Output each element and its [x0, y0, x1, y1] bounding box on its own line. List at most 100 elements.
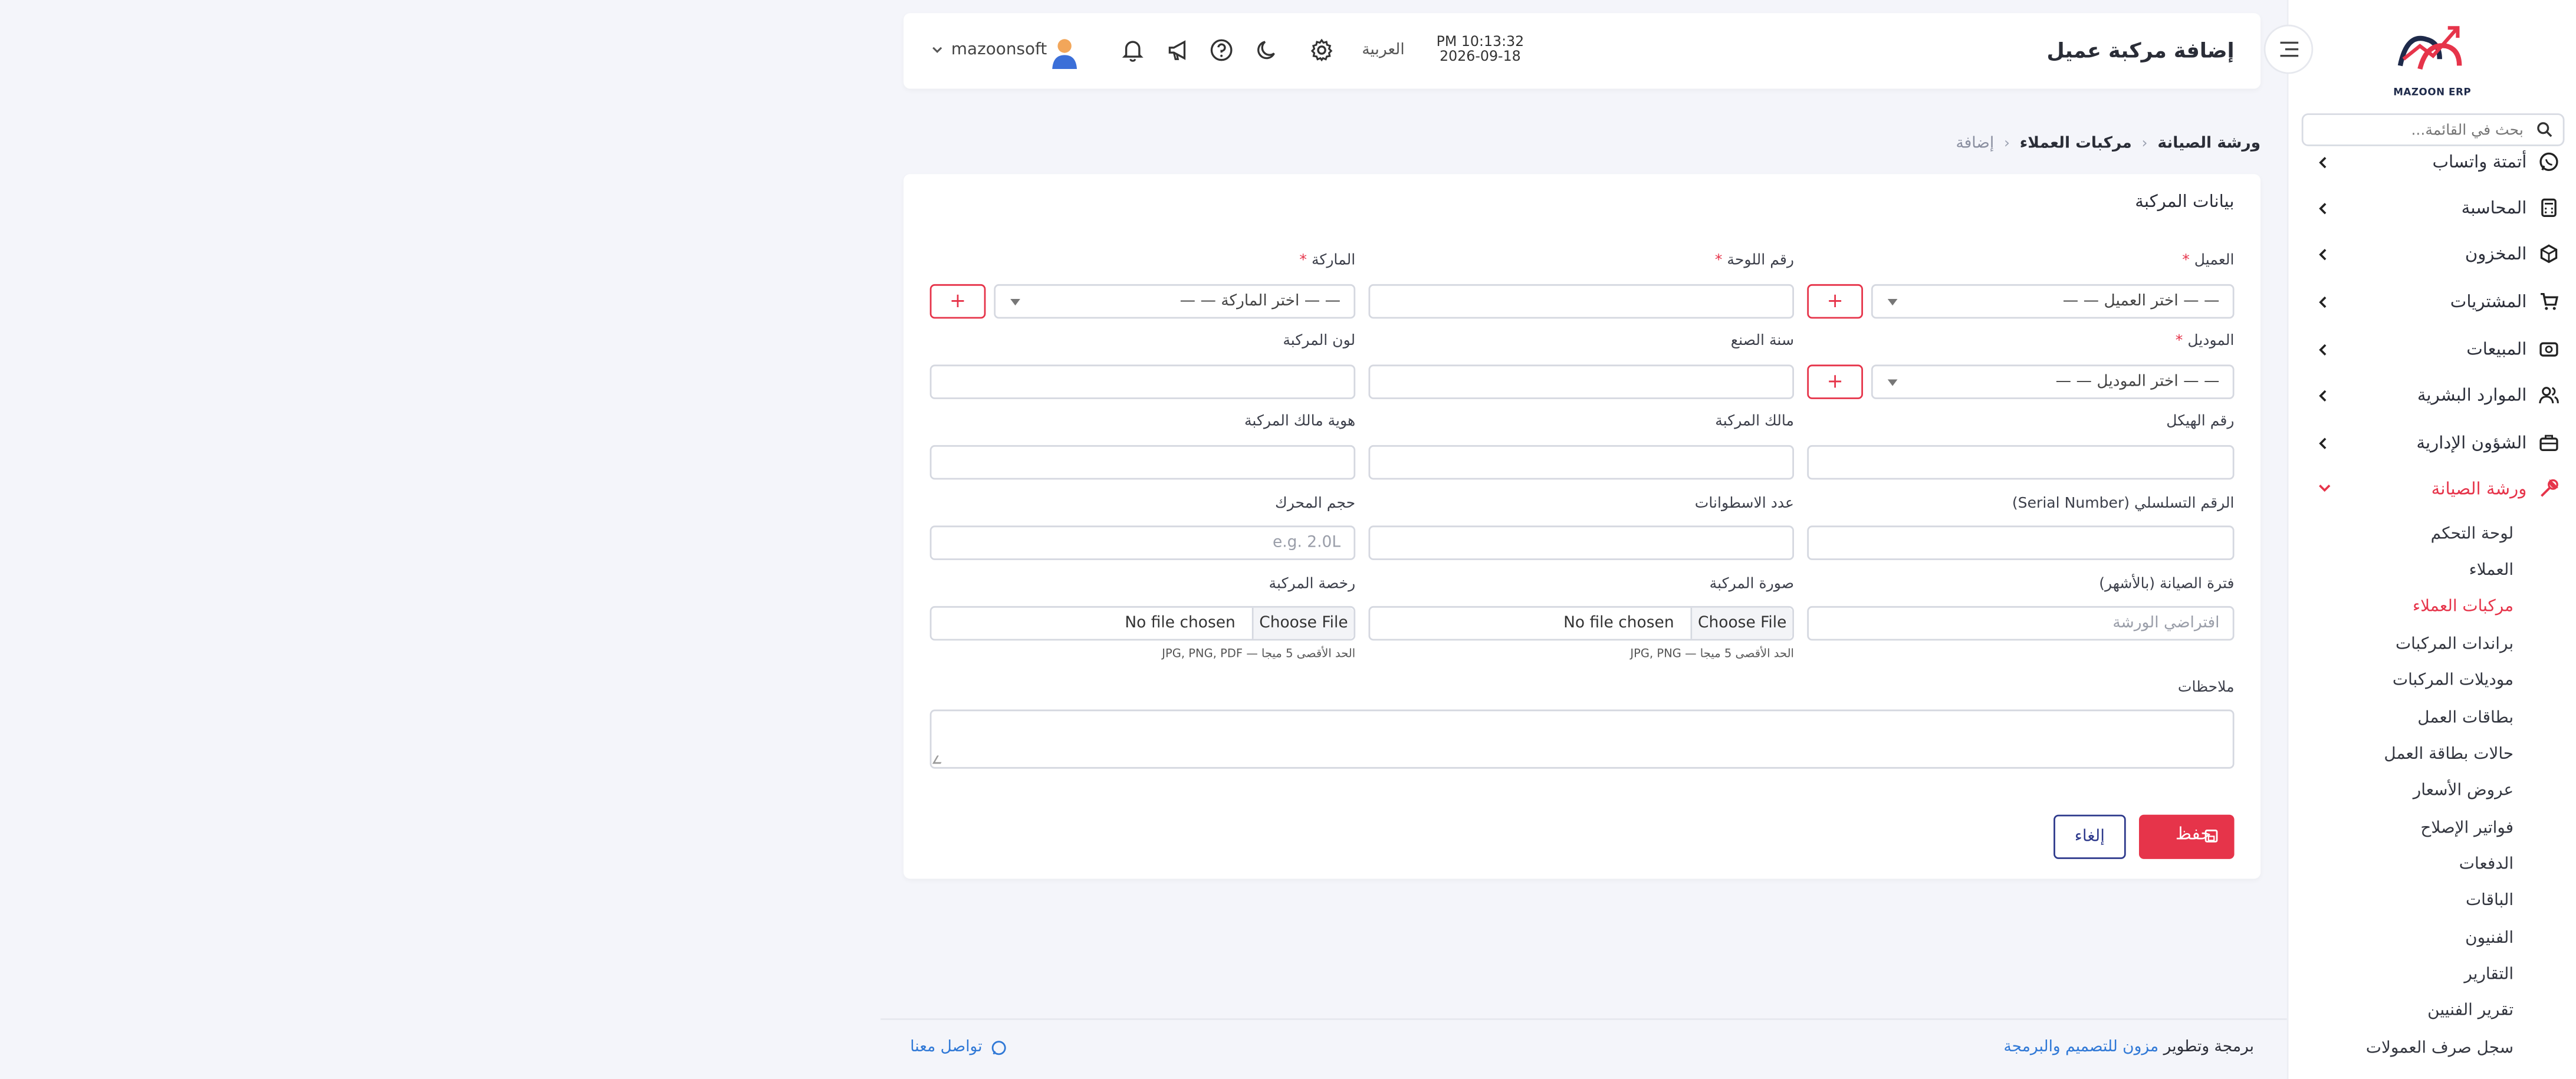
sidebar-item-workshop[interactable]: ورشة الصيانة [2318, 475, 2559, 508]
add-model-button[interactable]: + [1807, 364, 1863, 399]
sidebar-item-sales[interactable]: المبيعات [2318, 335, 2558, 368]
plate-input[interactable] [1368, 284, 1794, 319]
chevron-left-icon [2319, 157, 2327, 169]
submenu-item-repair-invoices[interactable]: فواتير الإصلاح [2420, 820, 2513, 838]
submenu-item-customers[interactable]: العملاء [2469, 562, 2514, 580]
language-switcher[interactable]: العربية [1362, 41, 1404, 60]
sidebar-search-input[interactable] [2306, 118, 2527, 143]
sidebar-item-accounting[interactable]: المحاسبة [2318, 194, 2557, 227]
serial-label: الرقم التسلسلي (Serial Number) [2012, 496, 2235, 513]
box-icon [2540, 244, 2558, 264]
brand-label: الماركة * [1299, 252, 1356, 269]
sidebar-item-inventory[interactable]: المخزون [2318, 240, 2558, 273]
save-floppy-icon [2204, 830, 2218, 843]
search-icon[interactable] [2536, 121, 2553, 138]
sidebar-item-hr[interactable]: الموارد البشرية [2318, 381, 2559, 414]
serial-input[interactable] [1807, 525, 2235, 560]
brand-logo[interactable]: MAZOON ERP [2288, 23, 2575, 98]
photo-label: صورة المركبة [1709, 576, 1794, 593]
submenu-item-commission-log[interactable]: سجل صرف العمولات [2366, 1039, 2513, 1058]
submenu-item-quotations[interactable]: عروض الأسعار [2413, 782, 2513, 800]
submenu-item-technicians-report[interactable]: تقرير الفنيين [2427, 1002, 2513, 1020]
caret-down-icon [1887, 379, 1898, 386]
color-input[interactable] [929, 364, 1356, 399]
brand-select-value: — — اختر الماركة — — [1179, 292, 1341, 311]
license-hint: الحد الأقصى 5 ميجا — JPG, PNG, PDF [1162, 647, 1356, 660]
add-brand-button[interactable]: + [929, 284, 986, 319]
model-select-value: — — اختر الموديل — — [2055, 373, 2220, 391]
maintenance-period-input[interactable]: افتراضي الورشة [1807, 606, 2235, 641]
year-label: سنة الصنع [1730, 333, 1794, 350]
owner-id-input[interactable] [929, 445, 1356, 480]
chevron-down-icon[interactable] [931, 46, 942, 54]
footer-company-link[interactable]: مزون للتصميم والبرمجة [2003, 1038, 2158, 1057]
sales-icon [2539, 342, 2558, 357]
sidebar-item-label: المخزون [2465, 245, 2527, 265]
user-name[interactable]: mazoonsoft [951, 41, 1047, 60]
submenu-item-vehicle-models[interactable]: موديلات المركبات [2393, 672, 2513, 690]
caret-down-icon [1010, 298, 1020, 306]
chevron-left-icon [2319, 390, 2327, 402]
photo-hint: الحد الأقصى 5 ميجا — JPG, PNG [1630, 647, 1794, 660]
notifications-bell-icon[interactable] [1121, 38, 1145, 62]
contact-us-label: تواصل معنا [910, 1038, 983, 1057]
submenu-item-reports[interactable]: التقارير [2464, 966, 2513, 984]
brand-select[interactable]: — — اختر الماركة — — [994, 284, 1356, 319]
add-customer-button[interactable]: + [1807, 284, 1863, 319]
sidebar-item-label: ورشة الصيانة [2431, 479, 2527, 499]
sidebar-item-label: الموارد البشرية [2417, 386, 2527, 406]
breadcrumb-current: إضافة [1956, 134, 1995, 153]
notes-textarea[interactable] [929, 709, 2235, 769]
chevron-left-icon [2319, 296, 2327, 308]
resize-grip-icon[interactable] [932, 755, 946, 764]
submenu-item-vehicle-brands[interactable]: براندات المركبات [2396, 636, 2513, 654]
breadcrumb-workshop[interactable]: ورشة الصيانة [2157, 134, 2260, 153]
settings-gear-icon[interactable] [1309, 38, 1334, 62]
breadcrumb: ورشة الصيانة ‹ مركبات العملاء ‹ إضافة [1956, 134, 2260, 153]
chassis-input[interactable] [1807, 445, 2235, 480]
model-label: الموديل * [2175, 333, 2235, 350]
submenu-item-packages[interactable]: الباقات [2466, 892, 2513, 910]
submenu-item-job-card-statuses[interactable]: حالات بطاقة العمل [2384, 746, 2513, 764]
sidebar-item-admin[interactable]: الشؤون الإدارية [2318, 429, 2558, 462]
submenu-item-dashboard[interactable]: لوحة التحكم [2431, 525, 2513, 544]
submenu-item-technicians[interactable]: الفنيون [2465, 930, 2513, 948]
engine-input[interactable]: e.g. 2.0L [929, 525, 1356, 560]
submenu-item-payments[interactable]: الدفعات [2459, 856, 2513, 874]
cancel-button[interactable]: إلغاء [2053, 814, 2126, 859]
users-icon [2539, 387, 2559, 404]
breadcrumb-customer-vehicles[interactable]: مركبات العملاء [2020, 134, 2132, 153]
user-avatar-icon[interactable] [1050, 36, 1079, 69]
sidebar-item-purchases[interactable]: المشتريات [2318, 287, 2559, 320]
owner-label: مالك المركبة [1715, 413, 1794, 430]
license-label: رخصة المركبة [1269, 576, 1356, 593]
license-file-input[interactable]: Choose File No file chosen [929, 606, 1356, 641]
license-choose-file-button[interactable]: Choose File [1251, 607, 1354, 639]
submenu-item-job-cards[interactable]: بطاقات العمل [2417, 709, 2513, 728]
model-select[interactable]: — — اختر الموديل — — [1871, 364, 2235, 399]
dark-mode-moon-icon[interactable] [1255, 38, 1280, 62]
plate-label: رقم اللوحة * [1714, 252, 1794, 269]
photo-choose-file-button[interactable]: Choose File [1690, 607, 1793, 639]
notes-label: ملاحظات [2177, 680, 2235, 697]
menu-toggle-button[interactable] [2263, 24, 2314, 74]
caret-down-icon [1887, 298, 1898, 306]
save-button[interactable]: حفظ [2138, 814, 2235, 859]
chevron-left-icon [2319, 437, 2327, 449]
customer-select[interactable]: — — اختر العميل — — [1871, 284, 2235, 319]
whatsapp-icon [991, 1041, 1006, 1055]
year-input[interactable] [1368, 364, 1794, 399]
sidebar-item-whatsapp[interactable]: أتمتة واتساب [2318, 148, 2558, 181]
submenu-item-customer-vehicles[interactable]: مركبات العملاء [2413, 598, 2513, 616]
announcement-megaphone-icon[interactable] [1167, 38, 1191, 62]
wrench-icon [2541, 479, 2559, 497]
cart-icon [2541, 292, 2559, 310]
chevron-left-icon [2319, 344, 2327, 356]
help-icon[interactable] [1209, 38, 1234, 62]
photo-file-input[interactable]: Choose File No file chosen [1368, 606, 1794, 641]
cylinders-input[interactable] [1368, 525, 1794, 560]
customer-label: العميل * [2182, 252, 2235, 269]
contact-us-link[interactable]: تواصل معنا [910, 1038, 1006, 1057]
sidebar-item-label: المحاسبة [2461, 199, 2527, 219]
owner-input[interactable] [1368, 445, 1794, 480]
